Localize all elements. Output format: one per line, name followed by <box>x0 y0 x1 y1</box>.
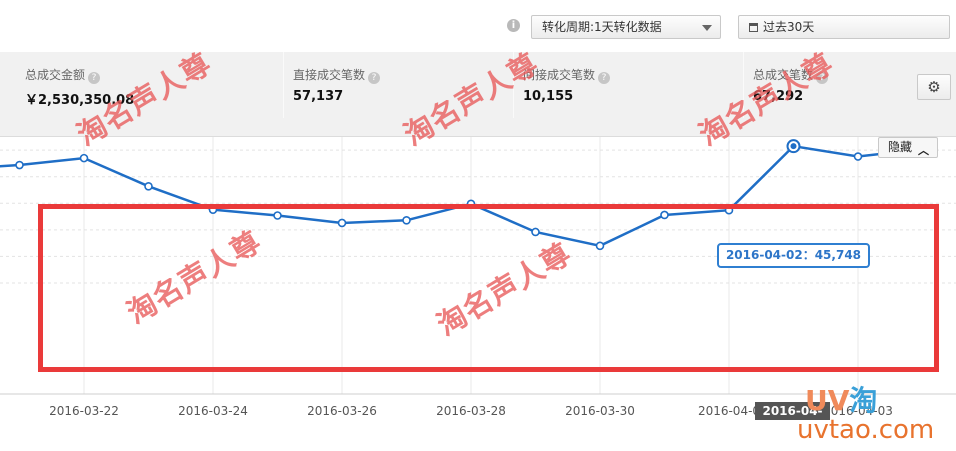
data-point[interactable] <box>15 160 24 170</box>
logo-uv: UV <box>805 384 850 417</box>
help-icon[interactable]: ? <box>88 72 101 84</box>
chart-tooltip: 2016-04-02：45,748 <box>717 243 870 268</box>
settings-gear-button[interactable]: ⚙ <box>917 74 951 100</box>
help-icon[interactable]: ? <box>368 72 381 84</box>
chevron-down-icon <box>702 25 712 31</box>
data-point[interactable] <box>79 153 89 163</box>
hide-chart-button[interactable]: 隐藏 ︿ <box>878 137 938 158</box>
x-tick-label: 2016-03-30 <box>565 404 635 418</box>
conversion-period-label: 转化周期:1天转化数据 <box>542 20 662 34</box>
highlight-point[interactable] <box>790 143 797 150</box>
chevron-up-icon: ︿ <box>918 144 929 157</box>
metric-value: 10,155 <box>523 89 574 104</box>
gear-icon: ⚙ <box>927 78 941 96</box>
x-tick-label: 2016-03-28 <box>436 404 506 418</box>
data-point[interactable] <box>853 152 863 161</box>
date-range-button[interactable]: 过去30天 <box>738 15 950 39</box>
x-tick-label: 2016-03-24 <box>178 404 248 418</box>
metric-label: 直接成交笔数 <box>293 68 366 82</box>
metric-value: 57,137 <box>293 89 344 104</box>
data-point[interactable] <box>144 181 153 191</box>
hide-chart-label: 隐藏 <box>888 140 913 154</box>
uvtao-logo: UV淘 <box>805 379 877 419</box>
x-tick-label: 2016-03-26 <box>307 404 377 418</box>
date-range-label: 过去30天 <box>763 20 815 34</box>
logo-tao: 淘 <box>849 384 878 417</box>
calendar-icon <box>749 23 758 32</box>
uvtao-url: uvtao.com <box>797 415 935 445</box>
info-icon[interactable]: i <box>507 19 520 32</box>
x-tick-label: 2016-04-0 <box>698 404 760 418</box>
conversion-period-select[interactable]: 转化周期:1天转化数据 <box>531 15 721 39</box>
metric-label: 总成交金额 <box>25 68 86 82</box>
help-icon[interactable]: ? <box>598 72 611 84</box>
x-tick-label: 2016-03-22 <box>49 404 119 418</box>
